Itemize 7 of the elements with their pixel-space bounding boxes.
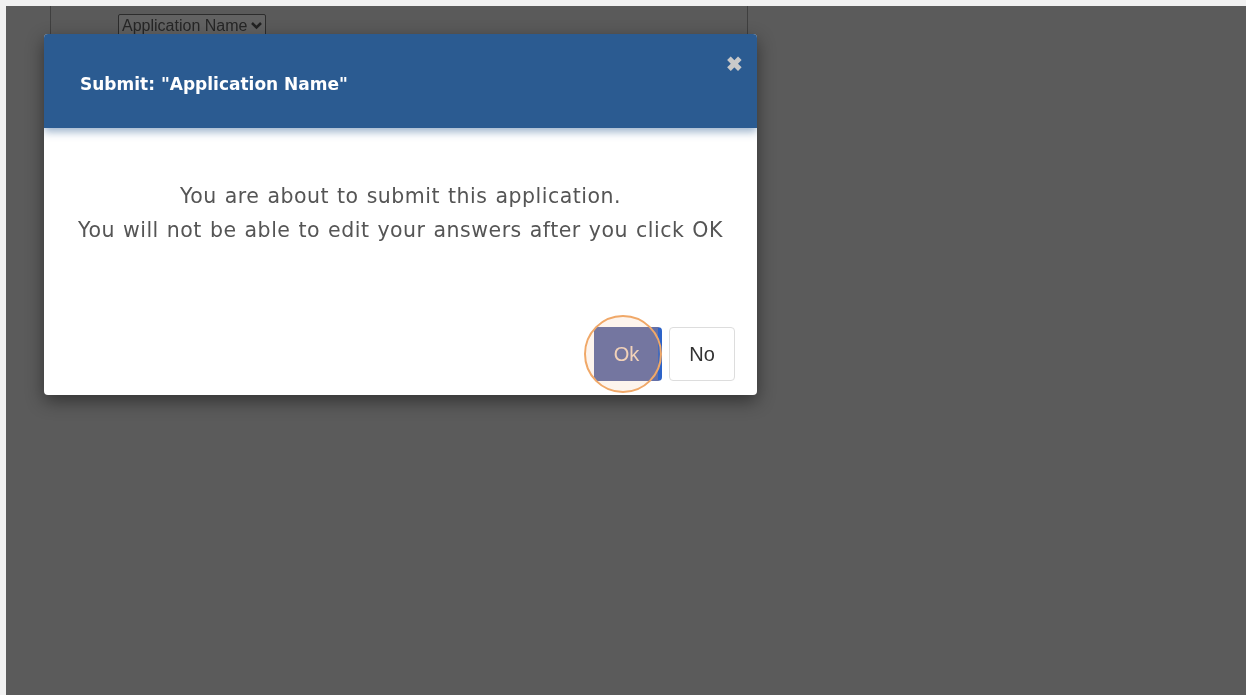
close-button[interactable]: ✖ [724,50,745,78]
chevron-icon [251,22,263,30]
no-button[interactable]: No [669,327,735,381]
ok-button[interactable]: Ok [594,327,662,381]
dialog-title: Submit: "Application Name" [80,74,348,94]
dialog-message: You will not be able to edit your answers after you click OK [78,218,723,242]
dialog-message: You are about to submit this application. [179,184,622,208]
